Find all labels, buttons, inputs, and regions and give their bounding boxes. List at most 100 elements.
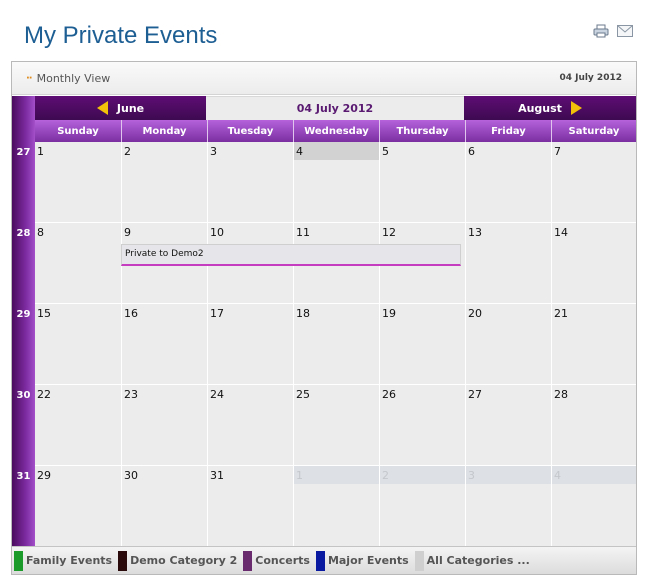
day-number: 2 xyxy=(124,145,131,158)
calendar-grid: 1 2 3 4 5 6 7 8 9 10 11 12 13 14 15 16 17 18 19 20 21 22 23 24 2… xyxy=(35,142,636,547)
day-cell-other-month[interactable]: 3 xyxy=(465,466,551,546)
week-number[interactable]: 27 xyxy=(12,147,35,158)
day-cell[interactable]: 2 xyxy=(121,142,207,222)
current-month-label: 04 July 2012 xyxy=(296,102,374,115)
day-cell[interactable]: 24 xyxy=(207,385,293,465)
next-month-button[interactable]: August xyxy=(464,96,636,120)
day-number: 27 xyxy=(468,388,482,401)
envelope-icon[interactable] xyxy=(617,24,633,38)
calendar-frame: ·· Monthly View 04 July 2012 June 04 Jul… xyxy=(11,61,637,575)
legend-swatch xyxy=(243,550,253,571)
monthly-view-link[interactable]: ·· Monthly View xyxy=(26,72,110,85)
printer-icon[interactable] xyxy=(593,24,609,38)
week-row: 1 2 3 45 6 7 xyxy=(35,142,636,223)
legend-label: Family Events xyxy=(26,554,113,567)
prev-month-button[interactable]: June xyxy=(35,96,206,120)
day-number: 4 xyxy=(552,466,636,484)
calendar-subheader: ·· Monthly View 04 July 2012 xyxy=(12,62,636,95)
day-cell[interactable]: 31 xyxy=(207,466,293,546)
week-number[interactable]: 30 xyxy=(12,390,35,401)
day-cell[interactable]: 13 xyxy=(465,223,551,303)
week-number[interactable]: 29 xyxy=(12,309,35,320)
prev-month-label: June xyxy=(116,101,145,115)
day-cell-other-month[interactable]: 2 xyxy=(379,466,465,546)
day-number: 30 xyxy=(124,469,138,482)
day-number: 13 xyxy=(468,226,482,239)
dow-tuesday: Tuesday xyxy=(207,120,293,142)
day-number: 5 xyxy=(382,145,389,158)
day-cell[interactable]: 22 xyxy=(35,385,121,465)
legend-item[interactable]: Major Events xyxy=(315,550,409,571)
day-cell[interactable]: 26 xyxy=(379,385,465,465)
day-number: 21 xyxy=(554,307,568,320)
day-cell[interactable]: 27 xyxy=(465,385,551,465)
day-cell[interactable]: 29 xyxy=(35,466,121,546)
day-of-week-header: Sunday Monday Tuesday Wednesday Thursday… xyxy=(35,120,636,142)
dow-friday: Friday xyxy=(465,120,551,142)
day-cell[interactable]: 21 xyxy=(551,304,636,384)
day-number: 4 xyxy=(294,142,379,160)
legend-item[interactable]: Concerts xyxy=(243,550,310,571)
day-number: 1 xyxy=(294,466,379,484)
day-cell[interactable]: 23 xyxy=(121,385,207,465)
arrow-left-icon xyxy=(96,101,108,115)
day-cell[interactable]: 7 xyxy=(551,142,636,222)
day-cell[interactable]: 6 xyxy=(465,142,551,222)
dow-saturday: Saturday xyxy=(551,120,636,142)
arrow-right-icon xyxy=(570,101,582,115)
week-row: 22 23 24 25 26 27 28 xyxy=(35,385,636,466)
page-title: My Private Events xyxy=(24,22,218,49)
day-number: 6 xyxy=(468,145,475,158)
current-date-label: 04 July 2012 xyxy=(559,73,622,83)
day-number: 20 xyxy=(468,307,482,320)
week-number-column: 27 28 29 30 31 xyxy=(12,96,35,546)
week-number[interactable]: 31 xyxy=(12,471,35,482)
legend-label: Demo Category 2 xyxy=(130,554,238,567)
day-cell-other-month[interactable]: 1 xyxy=(293,466,379,546)
day-cell[interactable]: 15 xyxy=(35,304,121,384)
day-number: 24 xyxy=(210,388,224,401)
day-cell[interactable]: 17 xyxy=(207,304,293,384)
legend-item[interactable]: Family Events xyxy=(14,550,113,571)
day-number: 18 xyxy=(296,307,310,320)
legend-label: Major Events xyxy=(327,554,409,567)
day-cell[interactable]: 28 xyxy=(551,385,636,465)
day-cell[interactable]: 14 xyxy=(551,223,636,303)
legend-label: All Categories ... xyxy=(426,554,530,567)
day-cell-other-month[interactable]: 4 xyxy=(551,466,636,546)
day-number: 10 xyxy=(210,226,224,239)
day-number: 9 xyxy=(124,226,131,239)
day-number: 12 xyxy=(382,226,396,239)
day-number: 11 xyxy=(296,226,310,239)
day-cell[interactable]: 1 xyxy=(35,142,121,222)
day-number: 25 xyxy=(296,388,310,401)
day-cell[interactable]: 25 xyxy=(293,385,379,465)
day-cell[interactable]: 16 xyxy=(121,304,207,384)
event-private-to-demo2[interactable]: Private to Demo2 xyxy=(121,244,461,266)
day-number: 3 xyxy=(466,466,551,484)
day-cell[interactable]: 30 xyxy=(121,466,207,546)
day-cell[interactable]: 19 xyxy=(379,304,465,384)
day-cell[interactable]: 3 xyxy=(207,142,293,222)
day-number: 16 xyxy=(124,307,138,320)
week-number[interactable]: 28 xyxy=(12,228,35,239)
day-cell-today[interactable]: 4 xyxy=(293,142,379,222)
legend-swatch xyxy=(118,550,128,571)
legend-item[interactable]: All Categories ... xyxy=(414,550,530,571)
day-cell[interactable]: 20 xyxy=(465,304,551,384)
day-number: 8 xyxy=(37,226,44,239)
legend-swatch xyxy=(315,550,325,571)
legend-swatch xyxy=(14,550,23,571)
day-cell[interactable]: 18 xyxy=(293,304,379,384)
day-number: 2 xyxy=(380,466,465,484)
day-number: 14 xyxy=(554,226,568,239)
legend-item[interactable]: Demo Category 2 xyxy=(118,550,238,571)
day-cell[interactable]: 5 xyxy=(379,142,465,222)
monthly-view-label: Monthly View xyxy=(36,72,111,85)
legend-swatch xyxy=(414,550,424,571)
dow-sunday: Sunday xyxy=(57,125,99,137)
current-month-header: 04 July 2012 xyxy=(206,96,464,120)
page-actions xyxy=(593,24,633,38)
week-row: 15 16 17 18 19 20 21 xyxy=(35,304,636,385)
day-cell[interactable]: 8 xyxy=(35,223,121,303)
